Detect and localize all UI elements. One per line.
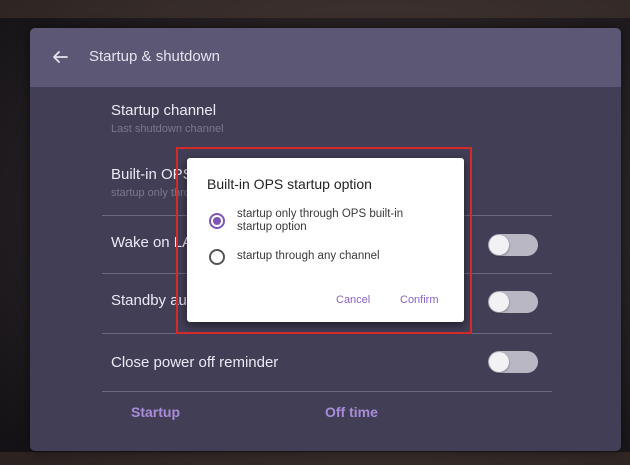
highlight-box: [176, 147, 472, 334]
page-title: Startup & shutdown: [89, 48, 220, 65]
setting-title: Close power off reminder: [111, 354, 279, 371]
background-streak: [0, 452, 630, 465]
toggle-knob: [489, 235, 509, 255]
startup-tab[interactable]: Startup: [131, 404, 180, 420]
off-time-tab[interactable]: Off time: [325, 404, 378, 420]
background-streak: [0, 0, 630, 18]
close-power-off-reminder-toggle[interactable]: [488, 351, 538, 373]
toggle-knob: [489, 352, 509, 372]
divider: [102, 391, 552, 392]
standby-toggle[interactable]: [488, 291, 538, 313]
setting-subtitle: Last shutdown channel: [111, 123, 224, 135]
wake-on-lan-toggle[interactable]: [488, 234, 538, 256]
back-arrow-icon[interactable]: [52, 49, 68, 65]
setting-title: Startup channel: [111, 102, 217, 119]
toggle-knob: [489, 292, 509, 312]
panel-header: Startup & shutdown: [30, 28, 621, 87]
